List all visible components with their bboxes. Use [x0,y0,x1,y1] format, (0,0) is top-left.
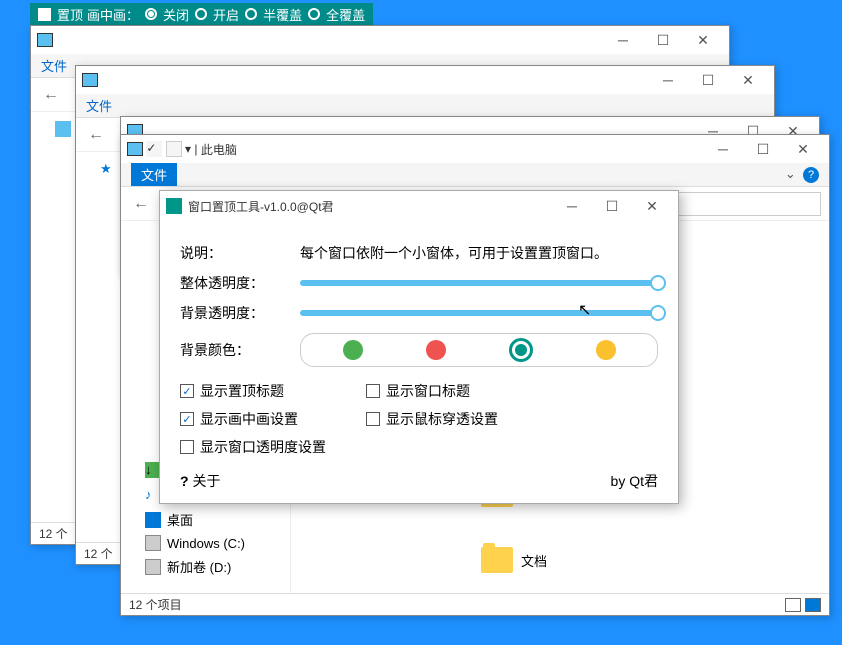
maximize-button[interactable]: ☐ [643,32,683,49]
maximize-button[interactable]: ☐ [592,198,632,215]
swatch-green[interactable] [343,340,363,360]
close-button[interactable]: ✕ [632,198,672,215]
back-button[interactable]: ← [129,195,153,213]
titlebar[interactable]: ─ ☐ ✕ [76,66,774,94]
menu-file[interactable]: 文件 [131,163,177,186]
swatch-yellow[interactable] [596,340,616,360]
qa-icon [166,141,182,157]
sidebar-item-desktop[interactable]: 桌面 [121,507,290,532]
back-button[interactable]: ← [84,126,108,144]
dialog-body: 说明： 每个窗口依附一个小窗体，可用于设置置顶窗口。 整体透明度： 背景透明度：… [160,221,678,503]
sidebar-item-c-drive[interactable]: Windows (C:) [121,532,290,554]
color-swatches [300,333,658,367]
bg-opacity-slider[interactable] [300,310,658,316]
slider-thumb[interactable] [650,275,666,291]
back-button[interactable]: ← [39,86,63,104]
status-text: 12 个项目 [129,596,182,613]
titlebar[interactable]: ─ ☐ ✕ [31,26,729,54]
maximize-button[interactable]: ☐ [743,141,783,158]
pip-close-radio[interactable] [145,8,157,20]
close-button[interactable]: ✕ [728,72,768,89]
chk-show-pin-title[interactable]: ✓显示置顶标题 [180,381,326,401]
desc-label: 说明： [180,243,290,263]
titlebar[interactable]: ✓ ▾ | 此电脑 ─ ☐ ✕ [121,135,829,163]
folder-icon [481,547,513,573]
author-label: by Qt君 [611,471,658,491]
chk-show-opacity[interactable]: 显示窗口透明度设置 [180,437,326,457]
menu-file[interactable]: 文件 [41,56,67,75]
chk-show-win-title[interactable]: 显示窗口标题 [366,381,498,401]
pc-icon [127,142,143,156]
about-link[interactable]: ? 关于 [180,471,220,491]
maximize-button[interactable]: ☐ [688,72,728,89]
pip-open-radio[interactable] [195,8,207,20]
pin-checkbox[interactable] [38,8,51,21]
pc-icon [37,33,53,47]
pip-full-radio[interactable] [308,8,320,20]
close-button[interactable]: ✕ [783,141,823,158]
opacity-slider[interactable] [300,280,658,286]
swatch-teal[interactable] [509,338,533,362]
slider-thumb[interactable] [650,305,666,321]
pip-half-radio[interactable] [245,8,257,20]
chk-show-pip[interactable]: ✓显示画中画设置 [180,409,326,429]
help-icon[interactable]: ? [803,167,819,183]
settings-dialog: 窗口置顶工具-v1.0.0@Qt君 ─ ☐ ✕ 说明： 每个窗口依附一个小窗体，… [159,190,679,504]
sidebar-item-d-drive[interactable]: 新加卷 (D:) [121,554,290,579]
minimize-button[interactable]: ─ [648,72,688,88]
bg-opacity-label: 背景透明度： [180,303,290,323]
folder-item-docs[interactable]: 文档 [481,547,621,573]
qa-icon: ✓ [146,141,162,157]
minimize-button[interactable]: ─ [552,198,592,214]
desc-text: 每个窗口依附一个小窗体，可用于设置置顶窗口。 [300,243,658,263]
window-title: 此电脑 [201,141,237,158]
chk-show-passthrough[interactable]: 显示鼠标穿透设置 [366,409,498,429]
opacity-label: 整体透明度： [180,273,290,293]
ribbon: 文件 ⌄ ? [121,163,829,187]
pip-label: 画中画： [87,5,139,24]
menu-file[interactable]: 文件 [86,96,112,115]
bg-color-label: 背景颜色： [180,340,290,360]
dialog-title: 窗口置顶工具-v1.0.0@Qt君 [188,198,334,215]
app-icon [166,198,182,214]
pin-label: 置顶 [57,5,83,24]
view-switcher[interactable] [785,598,821,612]
dialog-titlebar[interactable]: 窗口置顶工具-v1.0.0@Qt君 ─ ☐ ✕ [160,191,678,221]
overlay-bar-window1[interactable]: 置顶 画中画： 关闭 开启 半覆盖 全覆盖 [30,3,373,25]
pc-icon [82,73,98,87]
statusbar: 12 个项目 [121,593,829,615]
close-button[interactable]: ✕ [683,32,723,49]
minimize-button[interactable]: ─ [603,32,643,48]
search-box[interactable] [661,192,821,216]
swatch-red[interactable] [426,340,446,360]
minimize-button[interactable]: ─ [703,141,743,157]
